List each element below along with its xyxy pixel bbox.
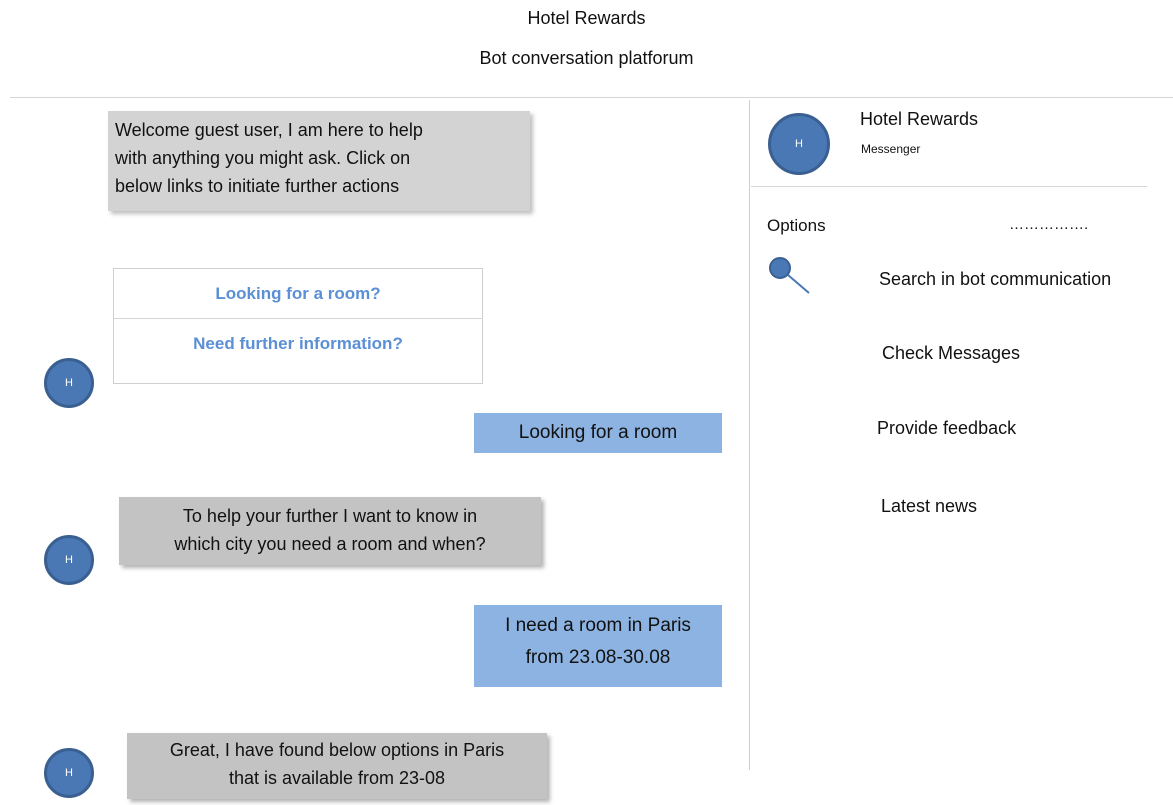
bot-avatar: H	[44, 748, 94, 798]
sidebar-divider	[751, 186, 1147, 187]
sidebar-title: Hotel Rewards	[860, 109, 979, 129]
user-message-looking-for-room: Looking for a room	[474, 413, 722, 453]
message-line: I need a room in Paris	[505, 615, 691, 636]
message-line: To help your further I want to know in	[182, 506, 478, 526]
avatar-initial: H	[795, 138, 803, 150]
option-check-messages[interactable]: Check Messages	[882, 343, 1020, 364]
sidebar-avatar: H	[768, 113, 830, 175]
bot-welcome-message: Welcome guest user, I am here to help wi…	[108, 111, 530, 211]
sidebar-subtitle: Messenger	[861, 142, 921, 156]
option-provide-feedback[interactable]: Provide feedback	[877, 418, 1016, 439]
option-latest-news[interactable]: Latest news	[881, 496, 977, 517]
user-message-paris-dates: I need a room in Paris from 23.08-30.08	[474, 605, 722, 687]
page-title: Hotel Rewards	[527, 8, 646, 28]
option-search-in-bot-communication[interactable]: Search in bot communication	[879, 269, 1111, 290]
bot-avatar: H	[44, 358, 94, 408]
search-icon[interactable]	[766, 256, 814, 296]
message-line: that is available from 23-08	[228, 768, 446, 788]
quick-link-looking-for-room[interactable]: Looking for a room?	[114, 269, 482, 319]
avatar-initial: H	[65, 767, 73, 779]
quick-link-further-information[interactable]: Need further information?	[114, 319, 482, 368]
page-subtitle: Bot conversation platforum	[479, 48, 694, 68]
bot-message-options-found: Great, I have found below options in Par…	[127, 733, 547, 799]
message-line: with anything you might ask. Click on	[115, 148, 411, 168]
quick-links-panel: Looking for a room? Need further informa…	[113, 268, 483, 384]
options-more-dots[interactable]: …………….	[1009, 216, 1088, 233]
bot-message-city-question: To help your further I want to know in w…	[119, 497, 541, 565]
header-divider	[10, 97, 1173, 98]
message-line: from 23.08-30.08	[525, 647, 671, 668]
avatar-initial: H	[65, 377, 73, 389]
options-label: Options	[767, 216, 826, 235]
bot-avatar: H	[44, 535, 94, 585]
message-line: which city you need a room and when?	[174, 534, 486, 554]
message-line: Welcome guest user, I am here to help	[115, 120, 423, 140]
avatar-initial: H	[65, 554, 73, 566]
message-line: below links to initiate further actions	[115, 176, 400, 196]
message-line: Great, I have found below options in Par…	[169, 740, 505, 760]
panel-divider	[749, 100, 750, 770]
